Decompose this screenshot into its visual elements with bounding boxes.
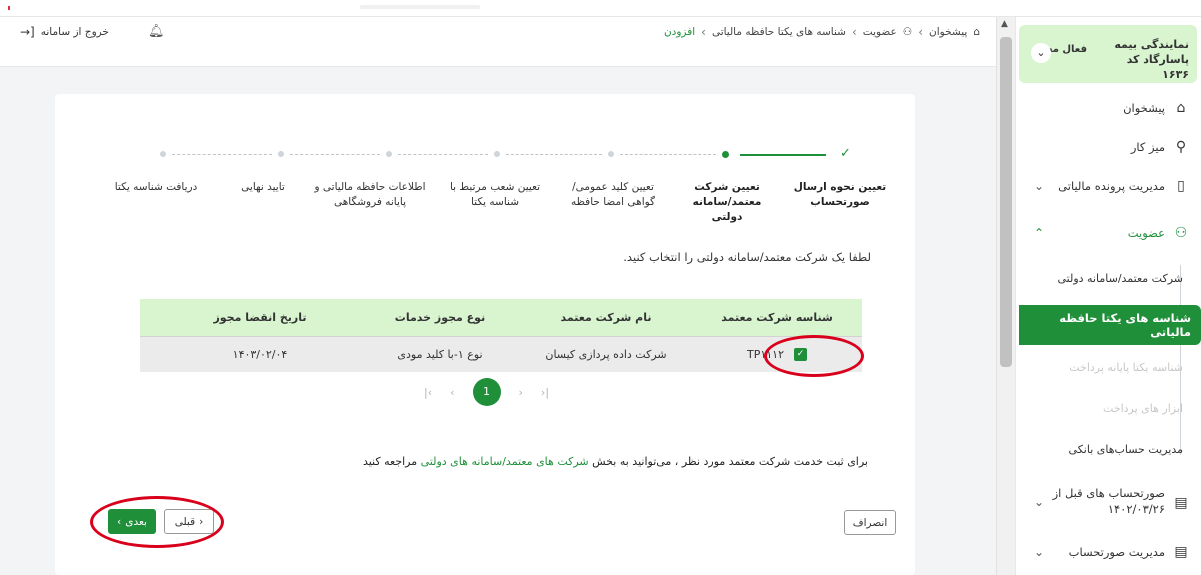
step-connector <box>398 154 488 155</box>
breadcrumb-separator: › <box>851 25 857 39</box>
agency-name: نمایندگی بیمه پاسارگاد کد ۱۶۳۶ <box>1114 38 1189 81</box>
step-dot <box>608 151 614 157</box>
next-page-icon[interactable]: › <box>519 386 523 399</box>
chevron-down-icon: ⌄ <box>1033 545 1045 559</box>
scroll-up-icon[interactable]: ▲ <box>1001 19 1008 29</box>
breadcrumb: ⌂ پیشخوان › ⚇ عضویت › شناسه های یکتا حاف… <box>664 17 980 47</box>
file-icon: ▯ <box>1177 178 1185 194</box>
user-icon: ⚇ <box>1174 225 1188 241</box>
check-icon: ✓ <box>840 146 851 161</box>
sidebar-subitem-payment-tools[interactable]: ابزار های پرداخت <box>1031 402 1183 415</box>
sidebar-item-old-invoices[interactable]: ▤ صورتحساب های قبل از ۱۴۰۲/۰۳/۲۶ ⌄ <box>1015 485 1201 525</box>
agency-card[interactable]: نمایندگی بیمه پاسارگاد کد ۱۶۳۶ فعال مجاز… <box>1019 25 1197 83</box>
highlight-circle <box>90 496 224 548</box>
step-4-label: تعیین شعب مرتبط با شناسه یکتا <box>449 181 541 208</box>
step-5-label: اطلاعات حافظه مالیاتی و پایانه فروشگاهی <box>314 181 426 208</box>
chevron-up-icon: ⌃ <box>1033 226 1045 240</box>
chevron-down-icon[interactable]: ⌄ <box>1031 43 1051 63</box>
cancel-label: انصراف <box>852 516 888 529</box>
home-icon: ⌂ <box>973 26 980 38</box>
sidebar: نمایندگی بیمه پاسارگاد کد ۱۶۳۶ فعال مجاز… <box>1015 17 1201 575</box>
logout-button[interactable]: خروج از سامانه [→ <box>20 25 109 39</box>
breadcrumb-membership[interactable]: عضویت <box>863 26 897 38</box>
chevron-down-icon: ⌄ <box>1033 495 1045 509</box>
col-header-id: شناسه شرکت معتمد <box>721 311 833 324</box>
sidebar-item-label: عضویت <box>1127 226 1165 240</box>
step-6-label: تایید نهایی <box>241 181 285 193</box>
home-icon: ⌂ <box>1176 100 1186 116</box>
step-3-label: تعیین کلید عمومی/گواهی امضا حافظه <box>570 181 656 208</box>
step-7-label: دریافت شناسه یکتا <box>114 181 198 193</box>
sidebar-item-invoice-management[interactable]: ▤ مدیریت صورتحساب ⌄ <box>1015 535 1201 569</box>
sidebar-item-label: میز کار <box>1130 140 1165 154</box>
top-scroll-mark <box>360 5 480 9</box>
table-row[interactable]: ✓ TP۱۱۱۲ شرکت داده پردازی کیسان نوع ۱-با… <box>140 336 862 372</box>
trusted-companies-link[interactable]: شرکت های معتمد/سامانه های دولتی <box>421 455 589 468</box>
chevron-down-icon: ⌄ <box>1033 179 1045 193</box>
table-header: شناسه شرکت معتمد نام شرکت معتمد نوع مجوز… <box>140 299 862 336</box>
sidebar-item-label: مدیریت صورتحساب <box>1068 545 1165 559</box>
step-connector-complete <box>740 154 826 156</box>
note-text-before: برای ثبت خدمت شرکت معتمد مورد نظر ، می‌ت… <box>592 455 868 468</box>
step-dot <box>278 151 284 157</box>
note-text-after: مراجعه کنید <box>362 455 418 468</box>
scrollbar-thumb[interactable] <box>1000 37 1012 367</box>
cell-expiry: ۱۴۰۳/۰۲/۰۴ <box>232 348 288 361</box>
breadcrumb-separator: › <box>918 25 924 39</box>
prev-page-icon[interactable]: ‹ <box>450 386 454 399</box>
col-header-expiry: تاریخ انقضا مجوز <box>213 311 307 324</box>
header: خروج از سامانه [→ 🔔︎ ⌂ پیشخوان › ⚇ عضویت… <box>0 17 996 67</box>
sidebar-item-label: صورتحساب های قبل از ۱۴۰۲/۰۳/۲۶ <box>1052 486 1165 516</box>
step-dot <box>160 151 166 157</box>
page-current[interactable]: 1 <box>472 378 501 406</box>
breadcrumb-separator: › <box>701 25 706 39</box>
sidebar-item-workspace[interactable]: ⚲ میز کار <box>1015 130 1201 164</box>
step-2-label: تعیین شرکت معتمد/سامانه دولتی <box>692 181 762 223</box>
logout-label: خروج از سامانه <box>40 26 109 38</box>
top-indicator <box>8 6 10 10</box>
submenu-line <box>1180 265 1181 455</box>
breadcrumb-home[interactable]: پیشخوان <box>929 26 967 38</box>
step-dot <box>494 151 500 157</box>
instruction-text: لطفا یک شرکت معتمد/سامانه دولتی را انتخا… <box>623 250 871 264</box>
breadcrumb-current: افزودن <box>663 26 696 38</box>
first-page-icon[interactable]: |‹ <box>424 386 432 399</box>
sidebar-item-tax-file[interactable]: ▯ مدیریت پرونده مالیاتی ⌄ <box>1015 169 1201 203</box>
sidebar-item-label: پیشخوان <box>1123 101 1165 115</box>
sidebar-subitem-payment-terminal[interactable]: شناسه یکتا پایانه پرداخت <box>1031 361 1183 374</box>
sidebar-subitem-bank-accounts[interactable]: مدیریت حساب‌های بانکی <box>1031 443 1183 456</box>
step-connector <box>620 154 716 155</box>
step-dot-active <box>722 151 729 158</box>
breadcrumb-unique-ids[interactable]: شناسه های یکتا حافظه مالیاتی <box>712 26 846 38</box>
pagination: |‹ ‹ 1 › ›| <box>424 378 549 406</box>
step-1-label: تعیین نحوه ارسال صورتحساب <box>793 181 887 208</box>
top-strip <box>0 0 1201 17</box>
help-note: برای ثبت خدمت شرکت معتمد مورد نظر ، می‌ت… <box>363 455 868 468</box>
logout-icon: [→ <box>20 25 35 39</box>
last-page-icon[interactable]: ›| <box>541 386 549 399</box>
step-connector <box>172 154 272 155</box>
sidebar-item-membership[interactable]: ⚇ عضویت ⌃ <box>1015 216 1201 250</box>
sidebar-item-label: مدیریت پرونده مالیاتی <box>1058 179 1165 193</box>
cell-license-type: نوع ۱-با کلید مودی <box>397 348 483 361</box>
highlight-circle <box>764 335 864 377</box>
step-dot <box>386 151 392 157</box>
invoice-icon: ▤ <box>1174 544 1188 560</box>
bell-icon[interactable]: 🔔︎ <box>148 24 165 39</box>
invoice-icon: ▤ <box>1174 495 1188 511</box>
step-connector <box>290 154 380 155</box>
col-header-name: نام شرکت معتمد <box>560 311 652 324</box>
step-connector <box>506 154 602 155</box>
scrollbar[interactable]: ▲ <box>996 17 1015 575</box>
workspace-icon: ⚲ <box>1175 139 1187 155</box>
sidebar-item-dashboard[interactable]: ⌂ پیشخوان <box>1015 91 1201 125</box>
col-header-license-type: نوع مجوز خدمات <box>394 311 486 324</box>
cancel-button[interactable]: انصراف <box>844 510 896 535</box>
sidebar-subitem-unique-ids[interactable]: شناسه های یکتا حافظه مالیاتی <box>1019 305 1201 345</box>
cell-name: شرکت داده پردازی کیسان <box>545 348 667 361</box>
sidebar-subitem-trusted-company[interactable]: شرکت معتمد/سامانه دولتی <box>1031 272 1184 285</box>
user-icon: ⚇ <box>902 26 913 38</box>
trusted-company-table: شناسه شرکت معتمد نام شرکت معتمد نوع مجوز… <box>140 299 862 372</box>
